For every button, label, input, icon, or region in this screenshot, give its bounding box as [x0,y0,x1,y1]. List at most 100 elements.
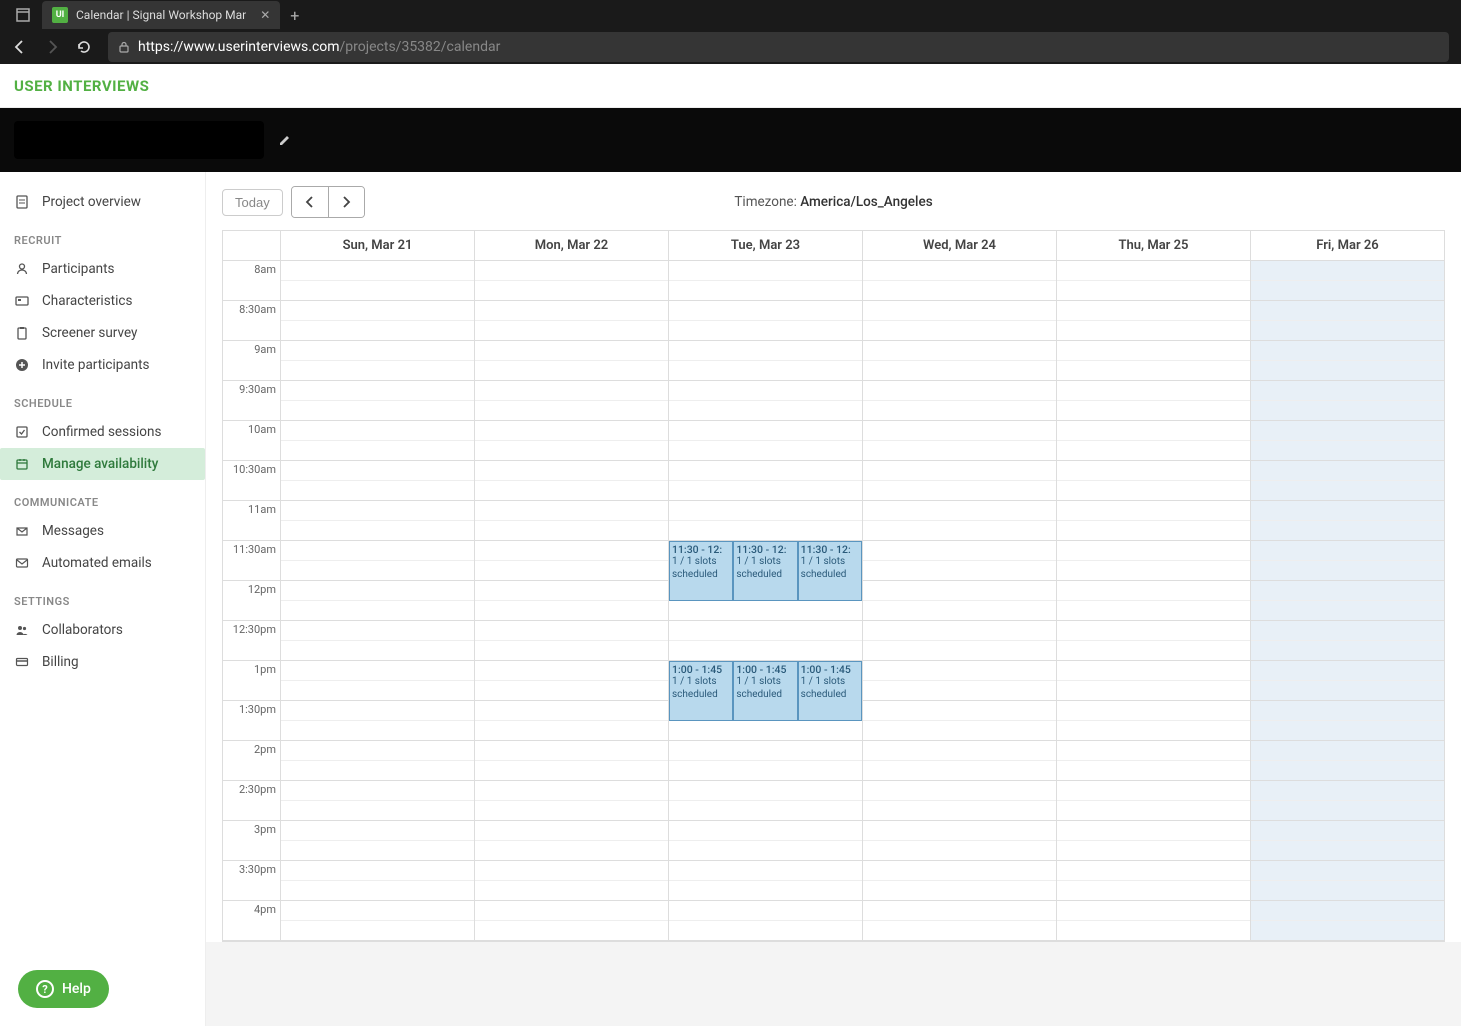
new-tab-button[interactable]: + [290,6,299,25]
sidebar-item-confirmed[interactable]: Confirmed sessions [0,416,205,448]
day-column-tue[interactable]: 11:30 - 12:1 / 1 slotsscheduled11:30 - 1… [669,261,863,941]
help-icon: ? [36,980,54,998]
time-label: 12:30pm [223,621,280,661]
brand-header: USER INTERVIEWS [0,64,1461,108]
time-label: 8:30am [223,301,280,341]
sidebar-item-collaborators[interactable]: Collaborators [0,614,205,646]
sidebar-item-automated-emails[interactable]: Automated emails [0,547,205,579]
sidebar-item-invite[interactable]: Invite participants [0,349,205,381]
day-header: Thu, Mar 25 [1057,231,1251,260]
project-header [0,108,1461,172]
event-status: scheduled [801,569,859,582]
document-icon [14,195,30,209]
event-slots: 1 / 1 slots [672,676,730,689]
day-column-thu[interactable] [1057,261,1251,941]
inbox-icon [14,524,30,538]
next-week-button[interactable] [328,187,364,217]
time-label: 8am [223,261,280,301]
address-bar-row: https://www.userinterviews.com/projects/… [0,30,1461,64]
event-status: scheduled [801,689,859,702]
tab-title: Calendar | Signal Workshop Mar [76,8,246,22]
week-nav-group [291,186,365,218]
sidebar-item-manage-availability[interactable]: Manage availability [0,448,205,480]
favicon-icon: UI [52,7,68,23]
brand-logo[interactable]: USER INTERVIEWS [14,77,149,95]
sidebar-item-label: Automated emails [42,555,152,571]
browser-tab[interactable]: UI Calendar | Signal Workshop Mar ✕ [42,1,280,29]
today-button[interactable]: Today [222,189,283,216]
sidebar-section-settings: SETTINGS [0,579,205,614]
time-label: 2pm [223,741,280,781]
users-icon [14,623,30,637]
day-header: Fri, Mar 26 [1251,231,1444,260]
browser-chrome: UI Calendar | Signal Workshop Mar ✕ + ht… [0,0,1461,64]
sidebar-item-label: Billing [42,654,79,670]
time-gutter: 8am8:30am9am9:30am10am10:30am11am11:30am… [223,261,281,941]
calendar-event[interactable]: 11:30 - 12:1 / 1 slotsscheduled [669,541,733,601]
calendar-event[interactable]: 11:30 - 12:1 / 1 slotsscheduled [733,541,797,601]
event-time: 11:30 - 12: [736,543,794,556]
calendar-event[interactable]: 1:00 - 1:451 / 1 slotsscheduled [798,661,862,721]
day-column-sun[interactable] [281,261,475,941]
main-content: Today Timezone: America/Los_Angeles Sun [206,172,1461,1026]
event-slots: 1 / 1 slots [801,676,859,689]
day-column-fri[interactable] [1251,261,1444,941]
event-slot-group: 11:30 - 12:1 / 1 slotsscheduled11:30 - 1… [669,541,862,601]
event-slots: 1 / 1 slots [801,556,859,569]
event-time: 1:00 - 1:45 [736,663,794,676]
event-status: scheduled [736,569,794,582]
event-slots: 1 / 1 slots [736,676,794,689]
event-time: 1:00 - 1:45 [672,663,730,676]
event-status: scheduled [672,569,730,582]
address-bar[interactable]: https://www.userinterviews.com/projects/… [108,32,1449,62]
day-column-mon[interactable] [475,261,669,941]
day-header: Wed, Mar 24 [863,231,1057,260]
sidebar-item-billing[interactable]: Billing [0,646,205,678]
tab-list-button[interactable] [8,0,38,30]
sidebar-item-screener[interactable]: Screener survey [0,317,205,349]
app-body: Project overview RECRUIT Participants Ch… [0,172,1461,1026]
sidebar-item-label: Collaborators [42,622,123,638]
calendar-toolbar: Today Timezone: America/Los_Angeles [222,184,1445,220]
sidebar-item-messages[interactable]: Messages [0,515,205,547]
time-label: 10am [223,421,280,461]
time-label: 12pm [223,581,280,621]
forward-button[interactable] [44,39,64,55]
sidebar-item-participants[interactable]: Participants [0,253,205,285]
url-text: https://www.userinterviews.com/projects/… [138,39,500,55]
time-label: 2:30pm [223,781,280,821]
sidebar-section-recruit: RECRUIT [0,218,205,253]
help-button[interactable]: ? Help [18,970,109,1008]
calendar-event[interactable]: 1:00 - 1:451 / 1 slotsscheduled [669,661,733,721]
edit-pencil-icon[interactable] [278,133,292,147]
sidebar-item-overview[interactable]: Project overview [0,186,205,218]
project-name-block [14,121,264,159]
event-status: scheduled [672,689,730,702]
prev-week-button[interactable] [292,187,328,217]
sidebar-item-label: Messages [42,523,104,539]
sidebar-item-label: Invite participants [42,357,150,373]
time-label: 11:30am [223,541,280,581]
calendar-event[interactable]: 1:00 - 1:451 / 1 slotsscheduled [733,661,797,721]
day-header: Mon, Mar 22 [475,231,669,260]
lock-icon [118,41,130,53]
calendar-event[interactable]: 11:30 - 12:1 / 1 slotsscheduled [798,541,862,601]
close-tab-icon[interactable]: ✕ [260,8,270,22]
sidebar-item-label: Manage availability [42,456,158,472]
event-slots: 1 / 1 slots [736,556,794,569]
sidebar-item-characteristics[interactable]: Characteristics [0,285,205,317]
sidebar-item-label: Characteristics [42,293,132,309]
card-icon [14,294,30,308]
calendar-body[interactable]: 8am8:30am9am9:30am10am10:30am11am11:30am… [223,261,1444,941]
event-time: 1:00 - 1:45 [801,663,859,676]
calendar-icon [14,457,30,471]
back-button[interactable] [12,39,32,55]
reload-button[interactable] [76,39,96,55]
day-header: Tue, Mar 23 [669,231,863,260]
time-label: 10:30am [223,461,280,501]
calendar-panel: Today Timezone: America/Los_Angeles Sun [206,172,1461,942]
event-status: scheduled [736,689,794,702]
sidebar-section-schedule: SCHEDULE [0,381,205,416]
time-label: 3:30pm [223,861,280,901]
day-column-wed[interactable] [863,261,1057,941]
